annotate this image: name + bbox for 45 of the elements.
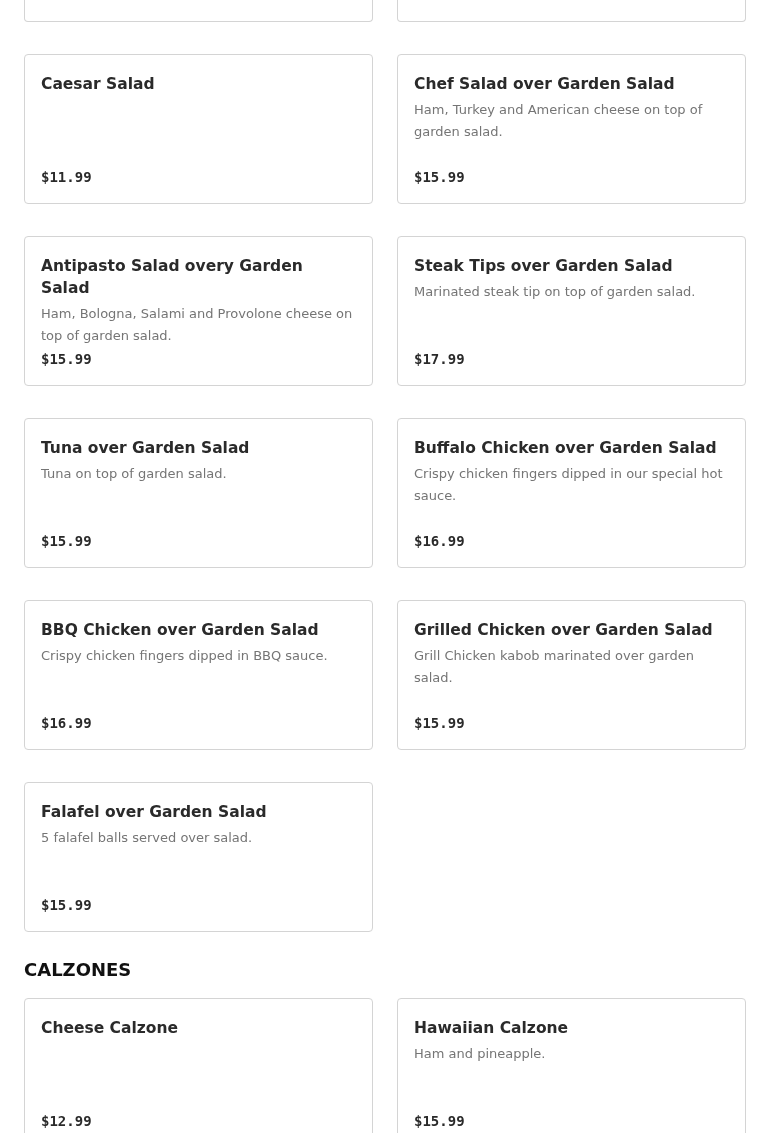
menu-card[interactable]: Steak Tips over Garden Salad Marinated steak tip on top of garden salad. $17.99 xyxy=(397,236,746,386)
item-price: $15.99 xyxy=(41,896,93,915)
item-price: $15.99 xyxy=(41,532,93,551)
item-description: Ham, Turkey and American cheese on top of garden salad. xyxy=(414,101,704,141)
menu-card[interactable]: Chef Salad over Garden Salad Ham, Turkey and American cheese on top of garden salad. $15.99 xyxy=(397,54,746,204)
menu-card[interactable]: BBQ Chicken over Garden Salad Crispy chicken fingers dipped in BBQ sauce. $16.99 xyxy=(24,600,373,750)
item-description: Crispy chicken fingers dipped in our special hot sauce. xyxy=(414,465,724,505)
item-name: Tuna over Garden Salad xyxy=(41,438,251,459)
item-description: Tuna on top of garden salad. xyxy=(41,465,228,483)
item-description: Crispy chicken fingers dipped in BBQ sauce. xyxy=(41,647,329,665)
item-price: $15.99 xyxy=(414,714,466,733)
item-name: Cheese Calzone xyxy=(41,1018,179,1039)
menu-card[interactable] xyxy=(397,0,746,22)
item-name: BBQ Chicken over Garden Salad xyxy=(41,620,320,641)
item-price: $11.99 xyxy=(41,168,93,187)
item-name: Buffalo Chicken over Garden Salad xyxy=(414,438,718,459)
item-price: $16.99 xyxy=(414,532,466,551)
menu-card[interactable]: Hawaiian Calzone Ham and pineapple. $15.99 xyxy=(397,998,746,1133)
item-name: Grilled Chicken over Garden Salad xyxy=(414,620,714,641)
menu-card[interactable]: Tuna over Garden Salad Tuna on top of garden salad. $15.99 xyxy=(24,418,373,568)
item-name: Falafel over Garden Salad xyxy=(41,802,268,823)
menu-card[interactable]: Cheese Calzone $12.99 xyxy=(24,998,373,1133)
item-name: Steak Tips over Garden Salad xyxy=(414,256,674,277)
section-heading: CALZONES xyxy=(24,958,133,982)
item-name: Caesar Salad xyxy=(41,74,156,95)
item-price: $15.99 xyxy=(414,1112,466,1131)
item-description: 5 falafel balls served over salad. xyxy=(41,829,254,847)
item-price: $17.99 xyxy=(414,350,466,369)
item-price: $15.99 xyxy=(41,350,93,369)
item-price: $12.99 xyxy=(41,1112,93,1131)
menu-card[interactable]: Caesar Salad $11.99 xyxy=(24,54,373,204)
item-name: Hawaiian Calzone xyxy=(414,1018,570,1039)
item-name: Antipasto Salad overy Garden Salad xyxy=(41,256,304,299)
item-description: Marinated steak tip on top of garden salad. xyxy=(414,283,697,301)
item-name: Chef Salad over Garden Salad xyxy=(414,74,676,95)
menu-card[interactable]: Falafel over Garden Salad 5 falafel balls served over salad. $15.99 xyxy=(24,782,373,932)
item-description: Ham, Bologna, Salami and Provolone cheese on top of garden salad. xyxy=(41,305,354,345)
menu-card[interactable]: Buffalo Chicken over Garden Salad Crispy chicken fingers dipped in our special hot sauce. $16.99 xyxy=(397,418,746,568)
menu-card[interactable] xyxy=(24,0,373,22)
item-description: Ham and pineapple. xyxy=(414,1045,547,1063)
item-price: $16.99 xyxy=(41,714,93,733)
menu-card[interactable]: Grilled Chicken over Garden Salad Grill Chicken kabob marinated over garden salad. $15.99 xyxy=(397,600,746,750)
item-description: Grill Chicken kabob marinated over garden salad. xyxy=(414,647,695,687)
item-price: $15.99 xyxy=(414,168,466,187)
menu-card[interactable]: Antipasto Salad overy Garden Salad Ham, Bologna, Salami and Provolone cheese on top of garden salad. $15.99 xyxy=(24,236,373,386)
